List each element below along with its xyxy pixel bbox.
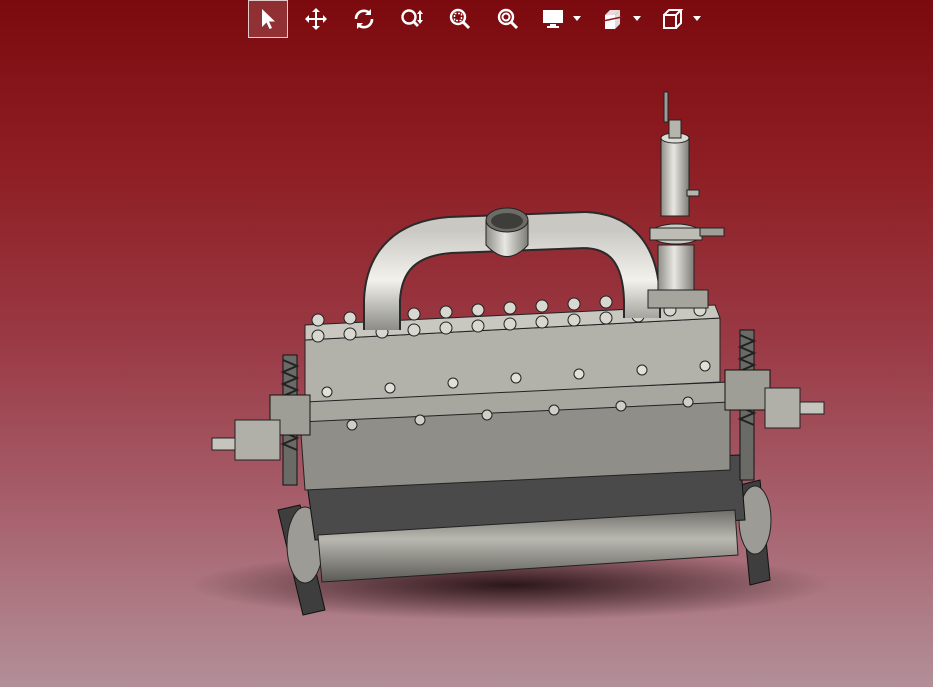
chevron-down-icon — [633, 16, 641, 21]
view-orientation-button[interactable] — [656, 0, 690, 38]
rotate-icon — [354, 9, 374, 29]
pipe-inlet[interactable] — [485, 207, 529, 257]
3d-viewport[interactable] — [0, 0, 933, 687]
view-orientation-dropdown[interactable] — [656, 0, 704, 38]
chevron-down-icon — [573, 16, 581, 21]
cube-icon — [663, 9, 684, 29]
move-arrows-icon — [305, 8, 327, 30]
display-mode-caret[interactable] — [570, 0, 584, 38]
sensor-column[interactable] — [647, 91, 725, 309]
section-view-dropdown[interactable] — [596, 0, 644, 38]
display-mode-dropdown[interactable] — [536, 0, 584, 38]
cursor-arrow-icon — [262, 9, 275, 29]
monitor-icon — [543, 10, 563, 28]
zoom-updown-icon — [401, 9, 423, 27]
display-mode-button[interactable] — [536, 0, 570, 38]
assembly-model[interactable] — [0, 0, 933, 687]
view-orientation-caret[interactable] — [690, 0, 704, 38]
left-shaft[interactable] — [211, 419, 281, 461]
zoom-fit-tool-button[interactable] — [488, 0, 528, 38]
right-shaft[interactable] — [764, 387, 825, 429]
section-view-button[interactable] — [596, 0, 630, 38]
rotate-tool-button[interactable] — [344, 0, 384, 38]
section-cube-icon — [602, 10, 623, 29]
zoom-fit-icon — [497, 8, 519, 30]
pan-tool-button[interactable] — [296, 0, 336, 38]
zoom-tool-button[interactable] — [392, 0, 432, 38]
section-view-caret[interactable] — [630, 0, 644, 38]
chevron-down-icon — [693, 16, 701, 21]
zoom-window-tool-button[interactable] — [440, 0, 480, 38]
zoom-window-icon — [449, 8, 471, 30]
select-tool-button[interactable] — [248, 0, 288, 38]
view-toolbar — [248, 0, 716, 38]
